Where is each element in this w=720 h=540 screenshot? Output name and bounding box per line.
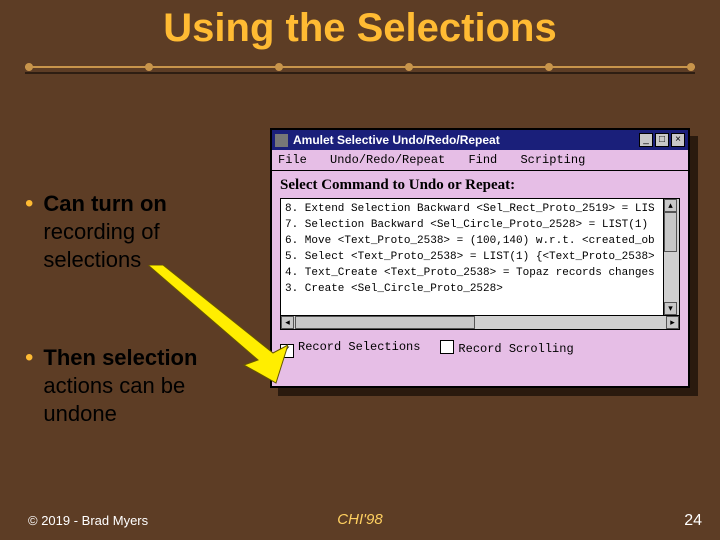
slide: Using the Selections • Can turn on recor…	[0, 0, 720, 540]
window-title: Amulet Selective Undo/Redo/Repeat	[293, 133, 500, 147]
list-item[interactable]: 4. Text_Create <Text_Proto_2538> = Topaz…	[285, 265, 659, 281]
scroll-left-button[interactable]: ◂	[281, 316, 294, 329]
minimize-button[interactable]: _	[639, 133, 653, 147]
checkbox-icon: ✓	[280, 344, 294, 358]
bullet-rest: recording of selections	[43, 219, 159, 272]
scroll-down-button[interactable]: ▾	[664, 302, 677, 315]
title-underline	[25, 66, 695, 86]
app-window: Amulet Selective Undo/Redo/Repeat _ □ × …	[270, 128, 690, 388]
menu-file[interactable]: File	[278, 153, 307, 167]
bullet-item: • Can turn on recording of selections	[25, 190, 260, 274]
slide-title: Using the Selections	[0, 6, 720, 51]
checkbox-label: Record Scrolling	[458, 342, 573, 356]
titlebar[interactable]: Amulet Selective Undo/Redo/Repeat _ □ ×	[272, 130, 688, 150]
scroll-up-button[interactable]: ▴	[664, 199, 677, 212]
scroll-right-button[interactable]: ▸	[666, 316, 679, 329]
close-button[interactable]: ×	[671, 133, 685, 147]
list-item[interactable]: 7. Selection Backward <Sel_Circle_Proto_…	[285, 217, 659, 233]
hscroll-thumb[interactable]	[295, 316, 475, 329]
panel-heading: Select Command to Undo or Repeat:	[272, 171, 688, 198]
menubar: File Undo/Redo/Repeat Find Scripting	[272, 150, 688, 171]
list-item[interactable]: 8. Extend Selection Backward <Sel_Rect_P…	[285, 201, 659, 217]
menu-find[interactable]: Find	[468, 153, 497, 167]
bullet-rest: actions can be undone	[43, 373, 185, 426]
bullet-list: • Can turn on recording of selections • …	[25, 190, 260, 488]
checkbox-label: Record Selections	[298, 340, 420, 354]
horizontal-scrollbar[interactable]: ◂ ▸	[280, 315, 680, 330]
menu-undo[interactable]: Undo/Redo/Repeat	[330, 153, 445, 167]
maximize-button[interactable]: □	[655, 133, 669, 147]
menu-scripting[interactable]: Scripting	[520, 153, 585, 167]
vertical-scrollbar[interactable]: ▴ ▾	[663, 199, 679, 315]
checkbox-icon	[440, 340, 454, 354]
list-item[interactable]: 5. Select <Text_Proto_2538> = LIST(1) {<…	[285, 249, 659, 265]
bullet-item: • Then selection actions can be undone	[25, 344, 260, 428]
bullet-dot: •	[25, 190, 33, 274]
slide-number: 24	[684, 512, 702, 530]
bullet-bold: Can turn on	[43, 191, 166, 216]
checkbox-record-scrolling[interactable]: Record Scrolling	[440, 340, 573, 358]
app-icon	[275, 134, 288, 147]
list-item[interactable]: 6. Move <Text_Proto_2538> = (100,140) w.…	[285, 233, 659, 249]
bullet-bold: Then selection	[43, 345, 197, 370]
footer-venue: CHI'98	[0, 511, 720, 528]
scroll-thumb[interactable]	[664, 212, 677, 252]
checkbox-row: ✓ Record Selections Record Scrolling	[272, 336, 688, 362]
bullet-dot: •	[25, 344, 33, 428]
command-listbox[interactable]: 8. Extend Selection Backward <Sel_Rect_P…	[280, 198, 680, 316]
list-item[interactable]: 3. Create <Sel_Circle_Proto_2528>	[285, 281, 659, 297]
checkbox-record-selections[interactable]: ✓ Record Selections	[280, 340, 420, 358]
